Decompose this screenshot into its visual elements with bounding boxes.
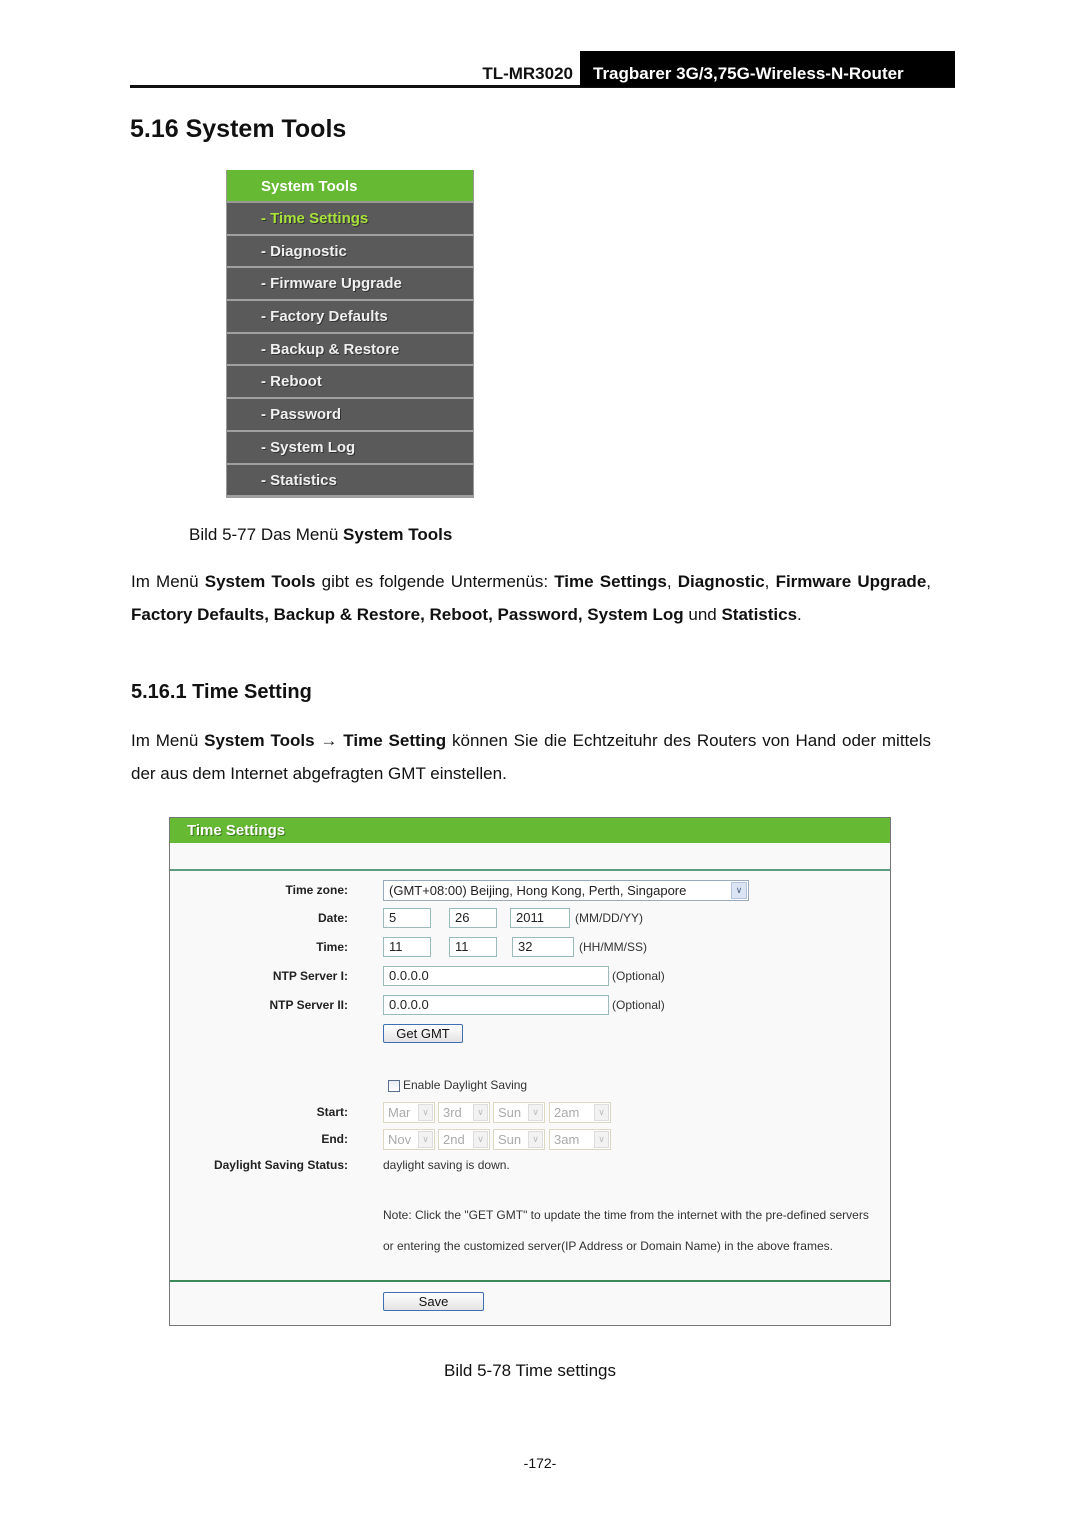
text: ,: [926, 572, 932, 591]
daylight-saving-checkbox-label: Enable Daylight Saving: [403, 1078, 528, 1092]
time-label: Time:: [316, 940, 348, 954]
time-setting-paragraph: Im Menü System Tools → Time Setting könn…: [131, 724, 931, 790]
select-value: 2nd: [443, 1132, 465, 1147]
system-tools-menu: System Tools - Time Settings - Diagnosti…: [226, 170, 474, 499]
note-line-2: or entering the customized server(IP Add…: [383, 1239, 833, 1253]
dst-end-day-select[interactable]: Sun ∨: [493, 1129, 545, 1150]
menu-item-time-settings[interactable]: - Time Settings: [227, 203, 473, 236]
note-line-1: Note: Click the "GET GMT" to update the …: [383, 1208, 869, 1222]
date-month-input[interactable]: 5: [383, 908, 431, 928]
menu-item-password[interactable]: - Password: [227, 399, 473, 432]
intro-paragraph: Im Menü System Tools gibt es folgende Un…: [131, 565, 931, 631]
header-product: Tragbarer 3G/3,75G-Wireless-N-Router: [580, 51, 955, 87]
bold-text: Statistics: [721, 605, 798, 624]
menu-item-factory-defaults[interactable]: - Factory Defaults: [227, 301, 473, 334]
text: gibt es folgende Untermenüs:: [315, 572, 555, 591]
dst-start-label: Start:: [316, 1105, 348, 1119]
caption-bold: System Tools: [343, 525, 453, 544]
dst-end-hour-select[interactable]: 3am ∨: [549, 1129, 611, 1150]
chevron-down-icon: ∨: [731, 882, 747, 899]
dst-start-hour-select[interactable]: 2am ∨: [549, 1102, 611, 1123]
chevron-down-icon: ∨: [594, 1131, 609, 1148]
date-label: Date:: [317, 911, 348, 925]
ntp-server-2-hint: (Optional): [612, 998, 665, 1012]
divider: [170, 1280, 890, 1282]
menu-header[interactable]: System Tools: [227, 170, 473, 203]
page-number: -172-: [523, 1455, 557, 1471]
timezone-label: Time zone:: [285, 883, 348, 897]
bold-text: System Tools: [204, 572, 316, 591]
subsection-title: 5.16.1 Time Setting: [131, 681, 312, 703]
ntp-server-2-input[interactable]: 0.0.0.0: [383, 995, 609, 1015]
menu-item-diagnostic[interactable]: - Diagnostic: [227, 235, 473, 269]
chevron-down-icon: ∨: [528, 1104, 543, 1121]
timezone-select[interactable]: (GMT+08:00) Beijing, Hong Kong, Perth, S…: [383, 880, 749, 901]
ntp-server-1-hint: (Optional): [612, 969, 665, 983]
caption-text: Bild 5-77 Das Menü: [189, 525, 344, 544]
dst-start-week-select[interactable]: 3rd ∨: [438, 1102, 490, 1123]
chevron-down-icon: ∨: [418, 1104, 433, 1121]
dst-start-month-select[interactable]: Mar ∨: [383, 1102, 435, 1123]
get-gmt-button[interactable]: Get GMT: [383, 1024, 463, 1043]
divider: [170, 869, 890, 871]
text: .: [797, 605, 802, 624]
menu-item-reboot[interactable]: - Reboot: [227, 366, 473, 400]
dst-end-label: End:: [321, 1132, 348, 1146]
time-settings-panel: Time Settings Time zone: (GMT+08:00) Bei…: [169, 817, 891, 1326]
time-format-hint: (HH/MM/SS): [579, 940, 647, 954]
panel-title: Time Settings: [170, 818, 890, 843]
menu-item-backup-restore[interactable]: - Backup & Restore: [227, 333, 473, 367]
figure-caption-78: Bild 5-78 Time settings: [444, 1361, 616, 1380]
text: ,: [666, 572, 678, 591]
header-model: TL-MR3020: [482, 64, 573, 83]
select-value: 3rd: [443, 1105, 462, 1120]
chevron-down-icon: ∨: [418, 1131, 433, 1148]
date-year-input[interactable]: 2011: [510, 908, 570, 928]
section-title: 5.16 System Tools: [130, 115, 347, 143]
time-hour-input[interactable]: 11: [383, 937, 431, 957]
daylight-saving-checkbox[interactable]: [388, 1080, 400, 1092]
dst-end-month-select[interactable]: Nov ∨: [383, 1129, 435, 1150]
text: Im Menü: [131, 572, 205, 591]
select-value: Sun: [498, 1132, 522, 1147]
text: und: [683, 605, 722, 624]
time-second-input[interactable]: 32: [512, 937, 574, 957]
figure-caption-77: Bild 5-77 Das Menü System Tools: [189, 525, 452, 545]
select-value: Mar: [388, 1105, 411, 1120]
timezone-value: (GMT+08:00) Beijing, Hong Kong, Perth, S…: [389, 883, 687, 898]
chevron-down-icon: ∨: [594, 1104, 609, 1121]
select-value: Nov: [388, 1132, 412, 1147]
menu-item-statistics[interactable]: - Statistics: [227, 464, 473, 498]
date-day-input[interactable]: 26: [449, 908, 497, 928]
bold-text: System Tools → Time Setting: [204, 731, 447, 750]
page-header: TL-MR3020 Tragbarer 3G/3,75G-Wireless-N-…: [130, 51, 955, 88]
bold-text: Diagnostic: [677, 572, 765, 591]
chevron-down-icon: ∨: [473, 1131, 488, 1148]
ntp-server-1-label: NTP Server I:: [272, 969, 348, 983]
ntp-server-1-input[interactable]: 0.0.0.0: [383, 966, 609, 986]
text: ,: [764, 572, 776, 591]
select-value: 3am: [554, 1132, 580, 1147]
dst-end-week-select[interactable]: 2nd ∨: [438, 1129, 490, 1150]
save-button[interactable]: Save: [383, 1292, 484, 1311]
ntp-server-2-label: NTP Server II:: [269, 998, 348, 1012]
time-minute-input[interactable]: 11: [449, 937, 497, 957]
bold-text: Time Settings: [554, 572, 667, 591]
menu-item-firmware-upgrade[interactable]: - Firmware Upgrade: [227, 268, 473, 302]
bold-text: Firmware Upgrade: [775, 572, 927, 591]
dst-start-day-select[interactable]: Sun ∨: [493, 1102, 545, 1123]
date-format-hint: (MM/DD/YY): [575, 911, 643, 925]
chevron-down-icon: ∨: [473, 1104, 488, 1121]
bold-text: Factory Defaults, Backup & Restore, Rebo…: [131, 605, 684, 624]
dst-status-value: daylight saving is down.: [383, 1158, 510, 1172]
select-value: 2am: [554, 1105, 580, 1120]
menu-item-system-log[interactable]: - System Log: [227, 431, 473, 465]
select-value: Sun: [498, 1105, 522, 1120]
text: Im Menü: [131, 731, 205, 750]
chevron-down-icon: ∨: [528, 1131, 543, 1148]
dst-status-label: Daylight Saving Status:: [213, 1158, 348, 1172]
